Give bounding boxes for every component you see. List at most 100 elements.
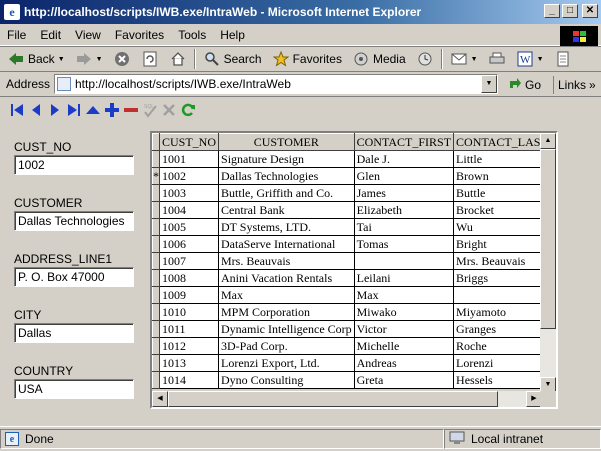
grid-cell[interactable]: 1004: [158, 201, 220, 219]
table-row[interactable]: 1007 Mrs. Beauvais Mrs. Beauvais: [152, 252, 542, 270]
grid-cell[interactable]: Dyno Consulting: [218, 371, 355, 389]
grid-cell[interactable]: 1010: [158, 303, 220, 321]
grid-cell[interactable]: Little: [453, 150, 542, 168]
grid-cell[interactable]: 1005: [158, 218, 220, 236]
row-indicator[interactable]: *: [152, 167, 160, 185]
grid-cell[interactable]: James: [353, 184, 455, 202]
last-record-button[interactable]: [65, 101, 83, 118]
grid-cell[interactable]: 1014: [158, 371, 220, 389]
grid-cell[interactable]: Elizabeth: [353, 201, 455, 219]
grid-cell[interactable]: Andreas: [353, 354, 455, 372]
grid-cell[interactable]: 3D-Pad Corp.: [218, 337, 355, 355]
row-indicator[interactable]: [152, 150, 160, 168]
grid-cell[interactable]: Granges: [453, 320, 542, 338]
refresh-button[interactable]: [138, 48, 162, 70]
grid-cell[interactable]: 1002: [158, 167, 220, 185]
grid-cell[interactable]: Max: [218, 286, 355, 304]
grid-scroll-thumb[interactable]: [540, 149, 556, 329]
row-indicator[interactable]: [152, 371, 160, 389]
table-row[interactable]: 1013 Lorenzi Export, Ltd. Andreas Lorenzi: [152, 354, 542, 372]
row-indicator[interactable]: [152, 201, 160, 219]
grid-cell[interactable]: [353, 252, 455, 270]
address-dropdown-icon[interactable]: ▼: [481, 75, 497, 93]
row-indicator[interactable]: [152, 218, 160, 236]
customer-field[interactable]: Dallas Technologies: [14, 211, 134, 231]
scroll-left-icon[interactable]: ◀: [152, 391, 168, 407]
column-header-contact-last[interactable]: CONTACT_LAST: [453, 133, 542, 151]
address-input[interactable]: http://localhost/scripts/IWB.exe/IntraWe…: [54, 74, 498, 94]
print-button[interactable]: [485, 48, 509, 70]
grid-cell[interactable]: Hessels: [453, 371, 542, 389]
column-header-customer[interactable]: CUSTOMER: [218, 133, 355, 151]
first-record-button[interactable]: [8, 101, 26, 118]
favorites-button[interactable]: Favorites: [269, 48, 345, 70]
address-line1-field[interactable]: P. O. Box 47000: [14, 267, 134, 287]
menu-tools[interactable]: Tools: [171, 28, 213, 42]
row-indicator[interactable]: [152, 269, 160, 287]
grid-cell[interactable]: 1001: [158, 150, 220, 168]
scroll-up-icon[interactable]: ▲: [540, 133, 556, 149]
grid-cell[interactable]: Wu: [453, 218, 542, 236]
grid-cell[interactable]: Mrs. Beauvais: [218, 252, 355, 270]
search-button[interactable]: Search: [200, 48, 265, 70]
table-row[interactable]: 1010 MPM Corporation Miwako Miyamoto: [152, 303, 542, 321]
media-button[interactable]: Media: [349, 48, 409, 70]
grid-cell[interactable]: Greta: [353, 371, 455, 389]
table-row[interactable]: 1012 3D-Pad Corp. Michelle Roche: [152, 337, 542, 355]
grid-cell[interactable]: Buttle, Griffith and Co.: [218, 184, 355, 202]
history-button[interactable]: [413, 48, 437, 70]
grid-cell[interactable]: Michelle: [353, 337, 455, 355]
country-field[interactable]: USA: [14, 379, 134, 399]
menu-help[interactable]: Help: [213, 28, 252, 42]
table-row[interactable]: 1009 Max Max: [152, 286, 542, 304]
grid-cell[interactable]: Tomas: [353, 235, 455, 253]
grid-cell[interactable]: MPM Corporation: [218, 303, 355, 321]
table-row[interactable]: 1004 Central Bank Elizabeth Brocket: [152, 201, 542, 219]
minimize-button[interactable]: _: [544, 4, 560, 18]
grid-cell[interactable]: 1006: [158, 235, 220, 253]
maximize-button[interactable]: □: [562, 4, 578, 18]
row-indicator[interactable]: [152, 354, 160, 372]
grid-cell[interactable]: 1011: [158, 320, 220, 338]
table-row[interactable]: 1008 Anini Vacation Rentals Leilani Briggs: [152, 269, 542, 287]
grid-cell[interactable]: Max: [353, 286, 455, 304]
grid-cell[interactable]: 1007: [158, 252, 220, 270]
grid-cell[interactable]: Buttle: [453, 184, 542, 202]
delete-record-button[interactable]: [122, 101, 140, 118]
cust-no-field[interactable]: 1002: [14, 155, 134, 175]
grid-cell[interactable]: 1012: [158, 337, 220, 355]
table-row[interactable]: 1003 Buttle, Griffith and Co. James Buttle: [152, 184, 542, 202]
grid-cell[interactable]: Miyamoto: [453, 303, 542, 321]
row-indicator[interactable]: [152, 184, 160, 202]
row-indicator[interactable]: [152, 303, 160, 321]
column-header-contact-first[interactable]: CONTACT_FIRST: [353, 133, 455, 151]
refresh-data-button[interactable]: [179, 101, 197, 118]
row-indicator[interactable]: [152, 320, 160, 338]
grid-cell[interactable]: Anini Vacation Rentals: [218, 269, 355, 287]
grid-cell[interactable]: Glen: [353, 167, 455, 185]
grid-cell[interactable]: 1008: [158, 269, 220, 287]
grid-cell[interactable]: Miwako: [353, 303, 455, 321]
grid-cell[interactable]: DT Systems, LTD.: [218, 218, 355, 236]
row-indicator[interactable]: [152, 235, 160, 253]
edit-button[interactable]: W ▼: [513, 48, 547, 70]
stop-button[interactable]: [110, 48, 134, 70]
grid-cell[interactable]: Tai: [353, 218, 455, 236]
insert-record-button[interactable]: [103, 101, 121, 118]
next-record-button[interactable]: [46, 101, 64, 118]
column-header-cust-no[interactable]: CUST_NO: [158, 133, 220, 151]
forward-dropdown-icon[interactable]: ▼: [96, 56, 103, 63]
grid-cell[interactable]: Bright: [453, 235, 542, 253]
edit-dropdown-icon[interactable]: ▼: [537, 56, 544, 63]
go-button[interactable]: Go: [508, 76, 541, 93]
grid-hscroll-thumb[interactable]: [168, 391, 498, 407]
grid-cell[interactable]: DataServe International: [218, 235, 355, 253]
table-row[interactable]: 1006 DataServe International Tomas Bright: [152, 235, 542, 253]
menu-view[interactable]: View: [68, 28, 108, 42]
table-row[interactable]: 1011 Dynamic Intelligence Corp Victor Grang…: [152, 320, 542, 338]
prior-record-button[interactable]: [27, 101, 45, 118]
grid-vertical-scrollbar[interactable]: ▲ ▼: [540, 133, 556, 393]
row-indicator[interactable]: [152, 337, 160, 355]
grid-cell[interactable]: 1009: [158, 286, 220, 304]
back-dropdown-icon[interactable]: ▼: [58, 56, 65, 63]
